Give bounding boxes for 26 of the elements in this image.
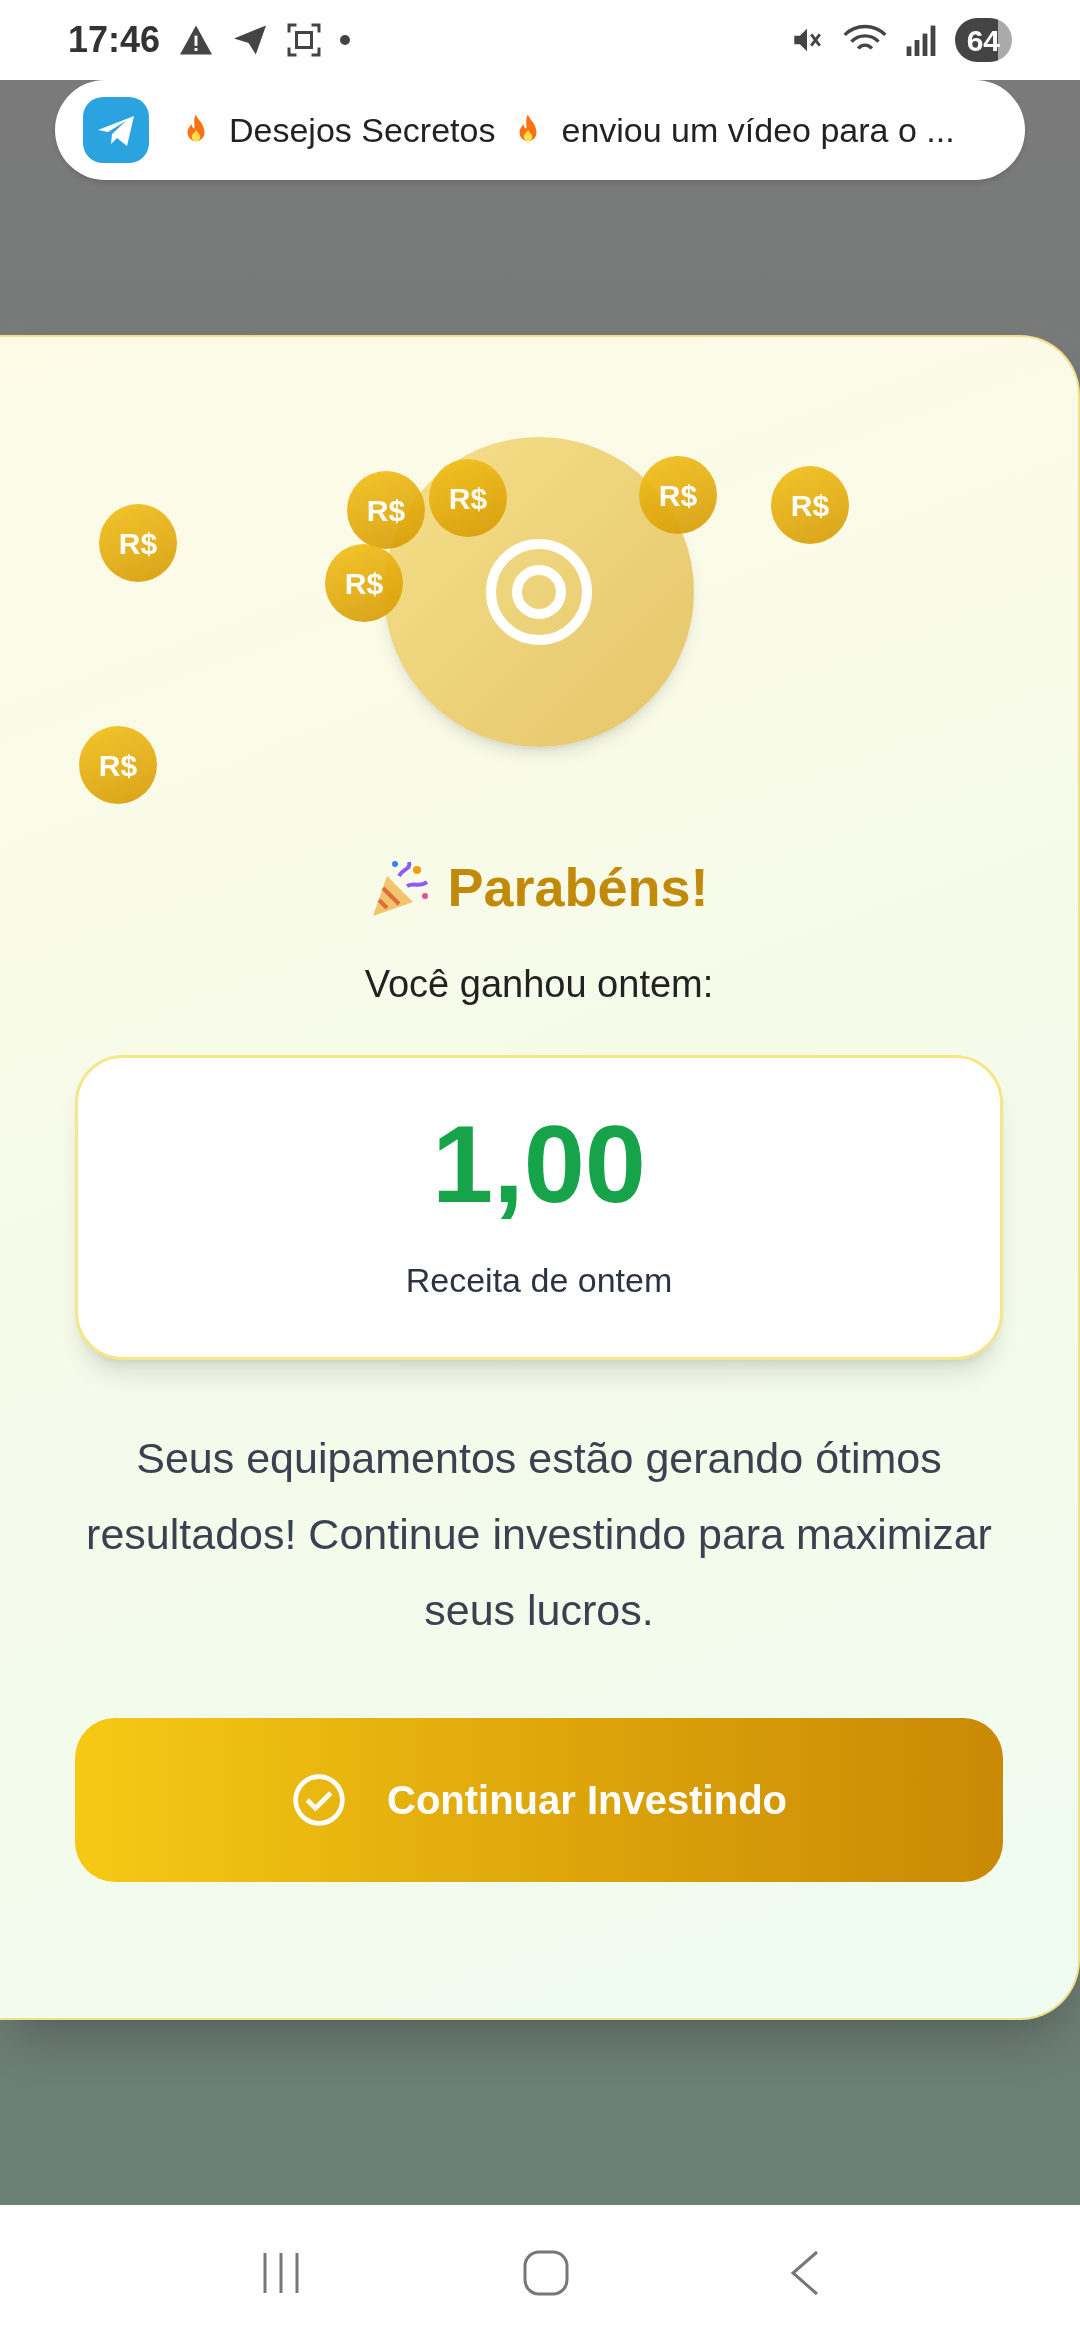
telegram-icon [83, 97, 149, 163]
coin: R$ [771, 466, 849, 544]
warning-icon [178, 24, 215, 56]
battery-indicator: 64 [954, 18, 1012, 62]
screenshot-icon [286, 22, 323, 58]
signal-icon [904, 24, 937, 56]
coin: R$ [639, 456, 717, 534]
send-icon [232, 24, 269, 56]
target-icon [484, 537, 594, 647]
dialog-title: Parabéns! [447, 856, 709, 919]
earnings-label: Receita de ontem [405, 1260, 673, 1301]
dot-icon [340, 35, 351, 45]
dialog-message: Seus equipamentos estão gerando ótimos resultados! Continue investindo para maximizar seus lucros. [85, 1433, 993, 1636]
clock: 17:46 [68, 18, 161, 62]
earnings-amount: 1,00 [431, 1109, 647, 1219]
notification-banner[interactable]: Desejos Secretos enviou um vídeo para o ... [55, 80, 1025, 180]
home-icon[interactable] [522, 2248, 570, 2297]
check-circle-icon [291, 1772, 347, 1828]
coin: R$ [99, 504, 177, 582]
coin: R$ [325, 544, 403, 622]
back-icon[interactable] [788, 2248, 821, 2297]
notification-message: enviou um vídeo para o ... [561, 109, 955, 151]
coin: R$ [79, 726, 157, 804]
dialog-subtitle: Você ganhou ontem: [364, 962, 714, 1007]
coin: R$ [347, 471, 425, 549]
notification-sender: Desejos Secretos [229, 109, 496, 151]
